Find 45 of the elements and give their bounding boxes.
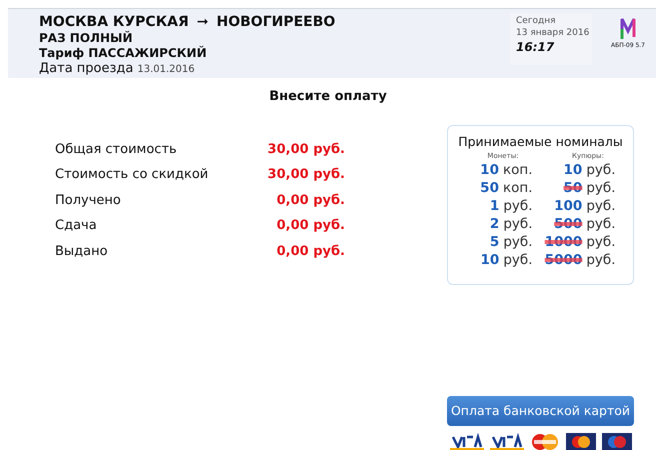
summary-value: 0,00 руб. xyxy=(276,217,345,235)
denomination-unit: руб. xyxy=(586,197,616,215)
denomination-amount: 5 xyxy=(490,233,500,251)
denomination-amount: 10 xyxy=(480,161,499,179)
summary-value: 30,00 руб. xyxy=(268,140,345,158)
metro-logo-icon xyxy=(619,17,637,39)
ticket-type: РАЗ ПОЛНЫЙ xyxy=(39,31,134,46)
summary-label: Стоимость со скидкой xyxy=(55,166,208,184)
payment-title: Внесите оплату xyxy=(269,88,387,106)
denomination-unit: руб. xyxy=(503,251,532,269)
route-from: МОСКВА КУРСКАЯ xyxy=(39,13,189,30)
summary-label: Выдано xyxy=(55,242,108,260)
denomination-unit: руб. xyxy=(586,251,616,269)
today-label: Сегодня xyxy=(516,15,557,27)
denomination-unit: руб. xyxy=(586,233,616,251)
summary-label: Получено xyxy=(55,192,121,210)
summary-label: Общая стоимость xyxy=(55,140,177,158)
card-payment-button[interactable]: Оплата банковской картой xyxy=(447,396,634,426)
date-label: Дата проезда xyxy=(39,61,134,77)
summary-value: 0,00 руб. xyxy=(276,242,345,260)
summary-value: 30,00 руб. xyxy=(268,166,345,184)
denominations-title: Принимаемые номиналы xyxy=(458,134,623,150)
denomination-amount: 10 xyxy=(564,161,582,179)
date-value: 13.01.2016 xyxy=(137,63,195,77)
denomination-amount: 2 xyxy=(490,215,500,233)
denomination-unit: руб. xyxy=(586,161,616,179)
tariff-label: Тариф xyxy=(39,46,84,61)
denomination-amount: 10 xyxy=(480,251,500,269)
denomination-unit: коп. xyxy=(502,161,532,179)
denomination-amount: 1 xyxy=(490,197,500,215)
tariff-value: ПАССАЖИРСКИЙ xyxy=(88,46,207,61)
denomination-unit: руб. xyxy=(503,233,532,251)
denomination-unit: руб. xyxy=(503,197,532,215)
summary-label: Сдача xyxy=(55,217,97,235)
today-date: 13 января 2016 xyxy=(516,27,590,39)
current-time: 16:17 xyxy=(516,39,556,55)
route-to: НОВОГИРЕЕВО xyxy=(216,13,336,31)
denomination-unit: руб. xyxy=(586,215,616,233)
summary-value: 0,00 руб. xyxy=(276,192,345,210)
denomination-amount: 50 xyxy=(480,179,499,197)
denomination-unit: руб. xyxy=(503,215,532,233)
denomination-unit: коп. xyxy=(502,179,532,197)
denomination-amount: 100 xyxy=(554,197,582,215)
denomination-unit: руб. xyxy=(586,179,616,197)
arrow-icon: ➞ xyxy=(196,13,208,31)
